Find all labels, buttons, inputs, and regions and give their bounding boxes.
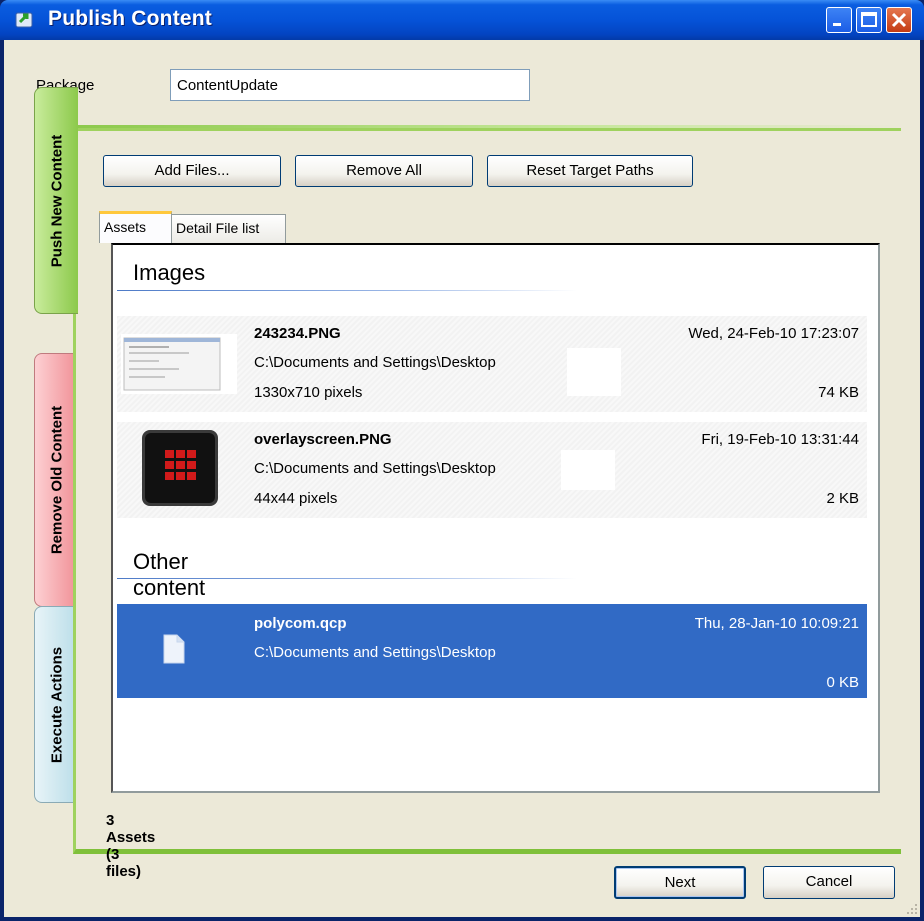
close-icon <box>891 12 907 28</box>
item-dimensions: 1330x710 pixels <box>254 384 363 401</box>
close-button[interactable] <box>886 7 912 33</box>
tab-push-new-content-label: Push New Content <box>48 134 65 267</box>
tab-remove-old-content-label: Remove Old Content <box>48 405 65 555</box>
group-divider-images <box>117 290 577 291</box>
item-date: Fri, 19-Feb-10 13:31:44 <box>701 431 859 448</box>
item-path: C:\Documents and Settings\Desktop <box>254 460 496 477</box>
item-dimensions: 44x44 pixels <box>254 490 338 507</box>
item-path: C:\Documents and Settings\Desktop <box>254 644 496 661</box>
group-title-images: Images <box>133 260 206 285</box>
item-name: 243234.PNG <box>254 325 341 342</box>
package-name-input[interactable] <box>170 69 530 101</box>
remove-all-button[interactable]: Remove All <box>295 155 473 187</box>
list-item[interactable]: overlayscreen.PNG C:\Documents and Setti… <box>117 422 867 518</box>
item-date: Wed, 24-Feb-10 17:23:07 <box>688 325 859 342</box>
item-path: C:\Documents and Settings\Desktop <box>254 354 496 371</box>
app-icon <box>15 12 33 28</box>
assets-status: 3 Assets (3 files) <box>106 812 156 880</box>
group-divider-other <box>117 578 577 579</box>
item-blank-swatch <box>567 348 621 396</box>
tab-push-new-content[interactable]: Push New Content <box>34 87 78 314</box>
document-icon <box>163 634 185 664</box>
add-files-button[interactable]: Add Files... <box>103 155 281 187</box>
item-blank-swatch <box>561 450 615 490</box>
grid-thumbnail-icon <box>142 430 218 506</box>
list-item-selected[interactable]: polycom.qcp C:\Documents and Settings\De… <box>117 604 867 698</box>
tab-execute-actions-label: Execute Actions <box>48 646 65 763</box>
group-title-other-content: Other content <box>133 549 206 600</box>
maximize-icon <box>861 12 877 27</box>
tab-assets[interactable]: Assets <box>99 211 172 243</box>
cancel-button[interactable]: Cancel <box>763 866 895 899</box>
next-button[interactable]: Next <box>614 866 746 899</box>
image-thumbnail <box>121 334 237 394</box>
list-item[interactable]: 243234.PNG C:\Documents and Settings\Des… <box>117 316 867 412</box>
item-size: 2 KB <box>826 490 859 507</box>
title-bar[interactable]: Publish Content <box>0 0 924 40</box>
minimize-icon <box>833 23 841 26</box>
reset-target-paths-button[interactable]: Reset Target Paths <box>487 155 693 187</box>
tab-remove-old-content[interactable]: Remove Old Content <box>34 353 78 607</box>
item-name: polycom.qcp <box>254 615 347 632</box>
minimize-button[interactable] <box>826 7 852 33</box>
maximize-button[interactable] <box>856 7 882 33</box>
item-size: 0 KB <box>826 674 859 691</box>
tab-execute-actions[interactable]: Execute Actions <box>34 606 78 803</box>
item-name: overlayscreen.PNG <box>254 431 392 448</box>
tab-detail-file-list[interactable]: Detail File list <box>171 214 286 243</box>
item-date: Thu, 28-Jan-10 10:09:21 <box>694 615 859 632</box>
item-size: 74 KB <box>818 384 859 401</box>
resize-grip-icon[interactable] <box>906 903 918 915</box>
window-title: Publish Content <box>48 7 212 30</box>
